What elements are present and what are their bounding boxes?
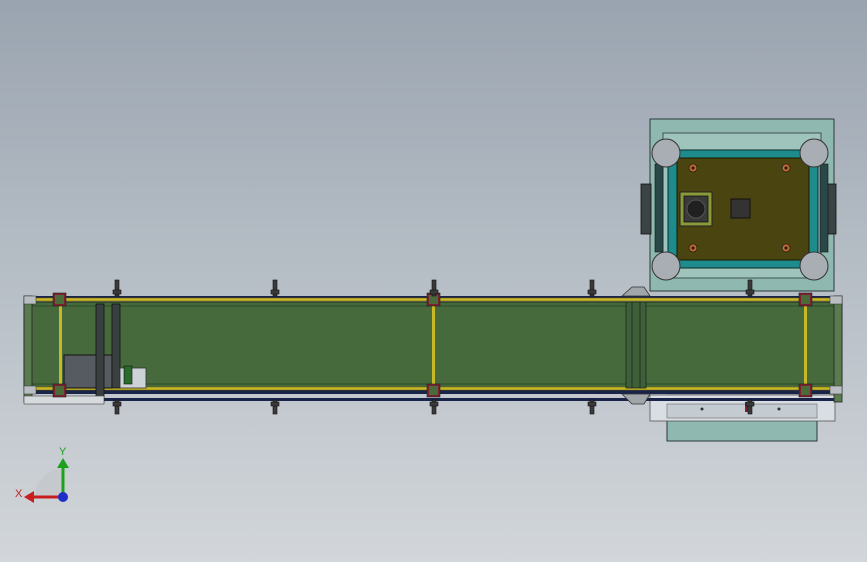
model-canvas[interactable]: Y X xyxy=(0,0,867,562)
orientation-triad[interactable]: Y X xyxy=(15,446,69,503)
z-axis-dot xyxy=(58,492,68,502)
mount-pad xyxy=(781,243,791,253)
transfer-roller[interactable] xyxy=(625,301,647,389)
lower-cabinet[interactable] xyxy=(649,394,836,442)
caster-wheel xyxy=(651,251,681,281)
bracket xyxy=(52,383,67,398)
mount-pad xyxy=(781,163,791,173)
bracket xyxy=(798,383,813,398)
cad-viewport[interactable]: Y X xyxy=(0,0,867,562)
bracket xyxy=(798,292,813,307)
x-axis-label: X xyxy=(15,488,23,500)
cabinet-station[interactable] xyxy=(640,118,837,292)
caster-wheel xyxy=(799,138,829,168)
sensor-block[interactable] xyxy=(730,198,751,219)
bracket xyxy=(426,383,441,398)
y-axis-label: Y xyxy=(59,446,67,458)
mount-pad xyxy=(688,243,698,253)
motor-unit[interactable] xyxy=(679,191,713,227)
caster-wheel xyxy=(651,138,681,168)
conveyor[interactable] xyxy=(23,279,843,415)
bracket xyxy=(52,292,67,307)
mount-pad xyxy=(688,163,698,173)
caster-wheel xyxy=(799,251,829,281)
